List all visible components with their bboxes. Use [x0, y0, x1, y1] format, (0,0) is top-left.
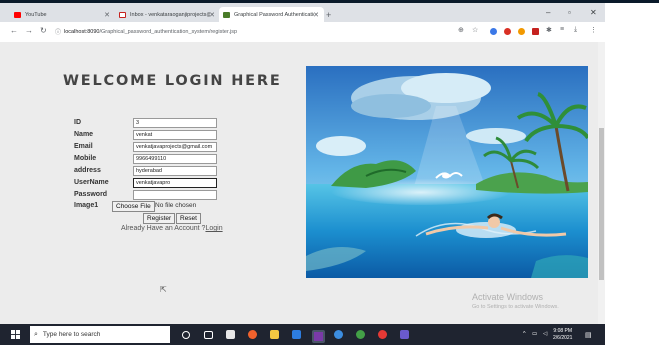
url-path: /Graphical_password_authentication_syste… — [99, 28, 238, 35]
register-button[interactable]: Register — [143, 213, 176, 224]
id-label: ID — [74, 119, 81, 126]
clock-date: 2/6/2021 — [553, 335, 573, 341]
login-prompt-text: Already Have an Account ? — [121, 225, 206, 232]
store-icon[interactable] — [226, 330, 235, 339]
close-icon[interactable]: ✕ — [313, 11, 319, 19]
file-explorer-icon[interactable] — [270, 330, 279, 339]
app-icon[interactable] — [334, 330, 343, 339]
menu-icon[interactable]: ⋮ — [590, 26, 597, 34]
close-icon[interactable]: ✕ — [209, 11, 215, 19]
address-label: address — [74, 167, 101, 174]
eclipse-icon[interactable] — [312, 330, 325, 343]
close-icon[interactable]: ✕ — [104, 11, 110, 19]
scrollbar-thumb[interactable] — [599, 128, 604, 280]
cortana-icon[interactable] — [182, 331, 190, 339]
id-field[interactable]: 3 — [133, 118, 217, 128]
task-view-icon[interactable] — [204, 331, 213, 339]
email-label: Email — [74, 143, 93, 150]
choose-file-button[interactable]: Choose File — [112, 201, 155, 212]
name-field[interactable]: venkat — [133, 130, 217, 140]
mobile-label: Mobile — [74, 155, 97, 162]
gmail-icon — [119, 11, 126, 18]
app-icon[interactable] — [378, 330, 387, 339]
app-icon[interactable] — [400, 330, 409, 339]
info-icon: ⓘ — [55, 30, 62, 36]
search-placeholder: Type here to search — [42, 331, 101, 338]
reload-icon[interactable]: ↻ — [40, 26, 47, 35]
extension-icon[interactable] — [490, 28, 497, 35]
email-field[interactable]: venkatjavaprojects@gmail.com — [133, 142, 217, 152]
clock-time: 9:08 PM — [553, 328, 573, 334]
browser-tab-bar: YouTube ✕ Inbox - venkataraoganjiproject… — [0, 3, 605, 22]
extension-icon[interactable] — [532, 28, 539, 35]
puzzle-icon[interactable]: ✱ — [546, 26, 552, 34]
password-field[interactable] — [133, 190, 217, 200]
forward-icon[interactable]: → — [25, 26, 33, 35]
tab-label: Inbox - venkataraoganjiprojects@gm... — [130, 11, 210, 18]
activate-windows-subtitle: Go to Settings to activate Windows. — [472, 304, 559, 310]
volume-icon[interactable]: ◁ — [543, 331, 547, 337]
star-icon[interactable]: ☆ — [472, 26, 478, 34]
tray-chevron-icon[interactable]: ^ — [523, 331, 526, 337]
hero-illustration — [306, 66, 588, 278]
windows-taskbar: ⌕ Type here to search ^ ▭ ◁ 9:08 PM 2/6/… — [0, 324, 605, 345]
page-icon — [223, 11, 230, 18]
mail-icon[interactable] — [292, 330, 301, 339]
extension-icon[interactable] — [504, 28, 511, 35]
activate-windows-title: Activate Windows — [472, 292, 544, 302]
file-status: No file chosen — [155, 202, 197, 209]
system-clock[interactable]: 9:08 PM 2/6/2021 — [553, 328, 572, 342]
windows-start-icon[interactable] — [11, 330, 20, 339]
reading-list-icon[interactable]: ≡ — [560, 26, 564, 33]
search-icon: ⌕ — [34, 330, 38, 338]
mobile-field[interactable]: 9966499110 — [133, 154, 217, 164]
download-icon[interactable]: ⤓ — [574, 26, 577, 34]
tab-label: YouTube — [25, 11, 47, 18]
image-label: Image1 — [74, 202, 99, 209]
name-label: Name — [74, 131, 94, 138]
tab-graphical-password[interactable]: Graphical Password Authentication... ✕ — [219, 7, 324, 22]
zoom-icon[interactable]: ⊕ — [458, 26, 464, 34]
new-tab-icon[interactable]: + — [326, 10, 331, 20]
username-field[interactable]: venkatjavapro — [133, 178, 217, 188]
tab-youtube[interactable]: YouTube ✕ — [10, 7, 115, 22]
url-domain: localhost:8090 — [64, 28, 100, 35]
network-icon[interactable]: ▭ — [532, 331, 537, 337]
browser-nav-bar: ← → ↻ ⓘ localhost:8090/Graphical_passwor… — [0, 22, 605, 43]
firefox-icon[interactable] — [248, 330, 257, 339]
mouse-cursor-icon: ⇱ — [160, 285, 167, 294]
screen-margin — [605, 3, 659, 345]
extension-icon[interactable] — [518, 28, 525, 35]
address-field[interactable]: hyderabad — [133, 166, 217, 176]
back-icon[interactable]: ← — [10, 26, 18, 35]
reset-button[interactable]: Reset — [176, 213, 201, 224]
tab-gmail[interactable]: Inbox - venkataraoganjiprojects@gm... ✕ — [115, 7, 220, 22]
close-window-icon[interactable]: ✕ — [590, 8, 597, 17]
notification-icon[interactable]: ▤ — [585, 331, 592, 339]
page-title: WELCOME LOGIN HERE — [63, 73, 282, 89]
login-prompt: Already Have an Account ?Login — [121, 225, 223, 232]
taskbar-search-input[interactable]: ⌕ Type here to search — [30, 326, 170, 343]
username-label: UserName — [74, 179, 109, 186]
tab-label: Graphical Password Authentication... — [234, 11, 314, 18]
login-link[interactable]: Login — [205, 225, 222, 232]
youtube-icon — [14, 11, 21, 18]
chrome-icon[interactable] — [356, 330, 365, 339]
minimize-icon[interactable]: – — [546, 8, 550, 17]
password-label: Password — [74, 191, 108, 198]
address-bar[interactable]: ⓘ localhost:8090/Graphical_password_auth… — [55, 25, 455, 38]
maximize-icon[interactable]: ▫ — [568, 8, 571, 17]
